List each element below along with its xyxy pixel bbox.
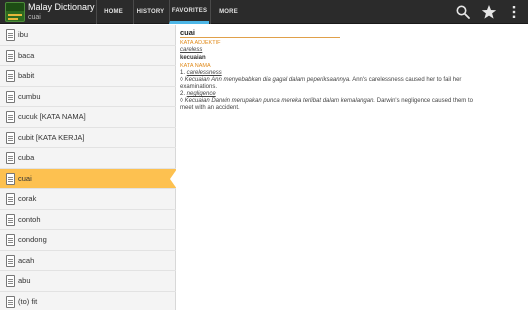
list-item[interactable]: cubit [KATA KERJA] (0, 128, 176, 148)
example-english: Ann's carelessness caused her to fail he… (350, 77, 462, 83)
translation-link[interactable]: careless (180, 47, 202, 53)
list-item-label: acah (18, 255, 35, 265)
list-item-label: abu (18, 276, 31, 285)
tab-history[interactable]: HISTORY (133, 0, 167, 24)
list-item[interactable]: cuba (0, 148, 176, 169)
example-malay: Kecuaian Darwin merupakan punca mereka t… (184, 98, 376, 104)
overflow-menu-icon[interactable] (506, 4, 522, 20)
star-icon[interactable] (481, 4, 497, 20)
example-malay: Kecuaian Ann menyebabkan dia gagal dalam… (184, 77, 351, 83)
document-icon (6, 295, 15, 308)
translation-link[interactable]: negligence (187, 91, 216, 97)
list-item-selected[interactable]: cuai (0, 168, 176, 189)
document-icon (6, 29, 15, 41)
tab-home[interactable]: HOME (96, 0, 130, 24)
example-2: ◊ Kecuaian Darwin merupakan punca mereka… (180, 98, 520, 105)
document-icon (6, 152, 15, 164)
example-1: ◊ Kecuaian Ann menyebabkan dia gagal dal… (180, 77, 520, 84)
list-item[interactable]: ibu (0, 25, 176, 46)
example-1-continued: examinations. (180, 84, 218, 90)
entry-panel (178, 25, 528, 310)
app-title: Malay Dictionary (28, 2, 95, 12)
list-item-label: condong (18, 235, 47, 244)
derived-form: kecuaian (180, 55, 206, 61)
document-icon (6, 275, 15, 287)
list-item[interactable]: acah (0, 251, 176, 271)
list-item-label: (to) fit (18, 296, 38, 306)
list-item-label: cubit [KATA KERJA] (18, 132, 85, 142)
document-icon (6, 70, 15, 82)
document-icon (6, 172, 15, 185)
favorites-list: ibu baca babit cumbu cucuk [KATA NAMA] c… (0, 25, 177, 310)
list-item-label: babit (18, 71, 35, 80)
sense-2: 2. negligence (180, 91, 216, 98)
document-icon (6, 90, 15, 103)
selection-pointer (170, 168, 177, 189)
list-item[interactable]: (to) fit (0, 292, 176, 310)
part-of-speech-label: KATA ADJEKTIF (180, 40, 221, 46)
list-item-label: cumbu (18, 91, 41, 101)
app-subtitle: cuai (28, 14, 41, 21)
list-item[interactable]: contoh (0, 210, 176, 230)
document-icon (6, 111, 15, 123)
tab-favorites[interactable]: FAVORITES (169, 0, 209, 24)
app-logo-icon[interactable] (5, 2, 25, 22)
sense-number: 2. (180, 91, 187, 97)
sense-1: 1. carelessness (180, 70, 222, 77)
document-icon (6, 234, 15, 246)
document-icon (6, 49, 15, 62)
headword-divider (180, 37, 340, 38)
list-item[interactable]: abu (0, 271, 176, 292)
list-item-label: ibu (18, 30, 29, 39)
document-icon (6, 254, 15, 267)
document-icon (6, 193, 15, 205)
example-english: Darwin's negligence caused them to (375, 98, 473, 104)
entry-headword: cuai (180, 28, 196, 37)
list-item[interactable]: corak (0, 189, 176, 210)
list-item-label: corak (18, 194, 37, 203)
list-item-label: cucuk [KATA NAMA] (18, 112, 86, 121)
list-item[interactable]: baca (0, 46, 176, 66)
list-item-label: baca (18, 50, 35, 60)
document-icon (6, 131, 15, 144)
sense-number: 1. (180, 70, 187, 76)
example-2-continued: meet with an accident. (180, 105, 240, 111)
search-icon[interactable] (455, 4, 471, 20)
translation-link[interactable]: carelessness (187, 70, 222, 76)
list-item-label: cuai (18, 173, 32, 183)
list-item[interactable]: babit (0, 66, 176, 87)
list-item-label: cuba (18, 153, 35, 162)
list-item-label: contoh (18, 214, 41, 224)
tab-more[interactable]: MORE (210, 0, 246, 24)
document-icon (6, 213, 15, 226)
list-item[interactable]: cucuk [KATA NAMA] (0, 107, 176, 128)
list-item[interactable]: condong (0, 230, 176, 251)
action-bar: Malay Dictionary cuai HOME HISTORY FAVOR… (0, 0, 528, 24)
list-item[interactable]: cumbu (0, 87, 176, 107)
part-of-speech-label: KATA NAMA (180, 63, 211, 69)
